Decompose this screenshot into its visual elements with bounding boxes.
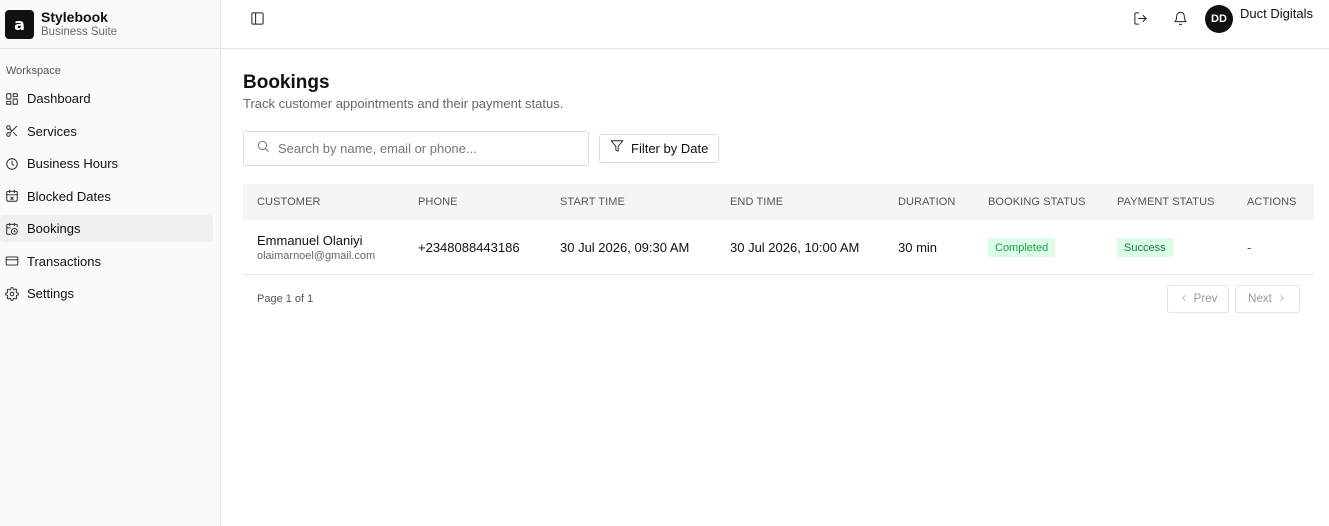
clock-icon — [5, 157, 19, 171]
table-row[interactable]: Emmanuel Olaniyi olaimarnoel@gmail.com +… — [243, 220, 1314, 275]
sidebar-item-services[interactable]: Services — [0, 118, 213, 145]
sidebar-item-label: Settings — [27, 286, 74, 301]
column-header-start-time[interactable]: Start Time — [560, 196, 625, 208]
column-header-duration[interactable]: Duration — [898, 196, 955, 208]
sidebar-item-label: Bookings — [27, 221, 81, 236]
prev-button-label: Prev — [1193, 293, 1218, 305]
dashboard-icon — [5, 92, 19, 106]
sidebar-item-dashboard[interactable]: Dashboard — [0, 85, 213, 112]
bookings-table: Customer Phone Start Time End Time Durat… — [243, 184, 1314, 275]
prev-page-button[interactable]: Prev — [1167, 285, 1229, 313]
customer-email: olaimarnoel@gmail.com — [257, 250, 376, 262]
sidebar-group-label: Workspace — [6, 65, 61, 77]
filter-icon — [610, 139, 624, 158]
column-header-end-time[interactable]: End Time — [730, 196, 783, 208]
booking-status-badge: Completed — [988, 238, 1056, 257]
sidebar-toggle-icon[interactable] — [250, 11, 266, 27]
payment-status-badge: Success — [1117, 238, 1173, 257]
bell-icon[interactable] — [1173, 11, 1188, 31]
sidebar-item-blocked-dates[interactable]: Blocked Dates — [0, 183, 213, 210]
row-actions[interactable]: - — [1247, 240, 1251, 255]
customer-phone: +2348088443186 — [418, 240, 520, 255]
sidebar-item-label: Business Hours — [27, 156, 119, 171]
sidebar-item-settings[interactable]: Settings — [0, 280, 213, 307]
column-header-actions: Actions — [1247, 196, 1297, 208]
chevron-left-icon — [1179, 293, 1189, 306]
user-name[interactable]: Duct Digitals — [1240, 6, 1313, 21]
brand[interactable]: a Stylebook Business Suite — [0, 0, 220, 49]
end-time: 30 Jul 2026, 10:00 AM — [730, 240, 860, 255]
sidebar-item-bookings[interactable]: Bookings — [0, 215, 213, 242]
gear-icon — [5, 286, 19, 301]
start-time: 30 Jul 2026, 09:30 AM — [560, 240, 690, 255]
sidebar-item-label: Dashboard — [27, 91, 91, 106]
column-header-customer[interactable]: Customer — [257, 196, 321, 208]
sidebar-item-label: Transactions — [27, 253, 101, 269]
column-header-phone[interactable]: Phone — [418, 196, 458, 208]
avatar[interactable]: DD — [1205, 5, 1233, 33]
customer-name: Emmanuel Olaniyi — [257, 233, 363, 248]
sidebar-nav: Dashboard Services Business Hours Blocke… — [0, 85, 220, 307]
calendar-clock-icon — [5, 222, 19, 236]
next-page-button[interactable]: Next — [1235, 285, 1300, 313]
brand-name: Stylebook — [41, 9, 108, 25]
search-input[interactable] — [278, 141, 568, 156]
brand-subtitle: Business Suite — [41, 26, 118, 38]
next-button-label: Next — [1248, 293, 1272, 305]
sidebar: a Stylebook Business Suite Workspace Das… — [0, 0, 221, 526]
sidebar-item-label: Services — [27, 123, 77, 139]
credit-card-icon — [5, 254, 19, 268]
topbar: DD Duct Digitals — [221, 0, 1329, 49]
pagination-text: Page 1 of 1 — [257, 293, 314, 305]
page-title: Bookings — [243, 72, 330, 93]
logout-icon[interactable] — [1133, 11, 1148, 31]
sidebar-item-transactions[interactable]: Transactions — [0, 248, 213, 275]
page-subtitle: Track customer appointments and their pa… — [243, 96, 564, 111]
filter-button-label: Filter by Date — [631, 141, 709, 156]
filter-by-date-button[interactable]: Filter by Date — [599, 134, 720, 163]
sidebar-item-business-hours[interactable]: Business Hours — [0, 150, 213, 177]
search-box[interactable] — [243, 131, 589, 166]
column-header-payment-status[interactable]: Payment Status — [1117, 196, 1215, 208]
chevron-right-icon — [1277, 293, 1287, 306]
scissors-icon — [5, 124, 19, 138]
sidebar-item-label: Blocked Dates — [27, 188, 111, 204]
calendar-x-icon — [5, 189, 19, 203]
column-header-booking-status[interactable]: Booking Status — [988, 196, 1086, 208]
duration: 30 min — [898, 240, 938, 255]
brand-logo: a — [5, 9, 34, 39]
table-header: Customer Phone Start Time End Time Durat… — [243, 184, 1314, 220]
search-icon — [256, 139, 270, 158]
